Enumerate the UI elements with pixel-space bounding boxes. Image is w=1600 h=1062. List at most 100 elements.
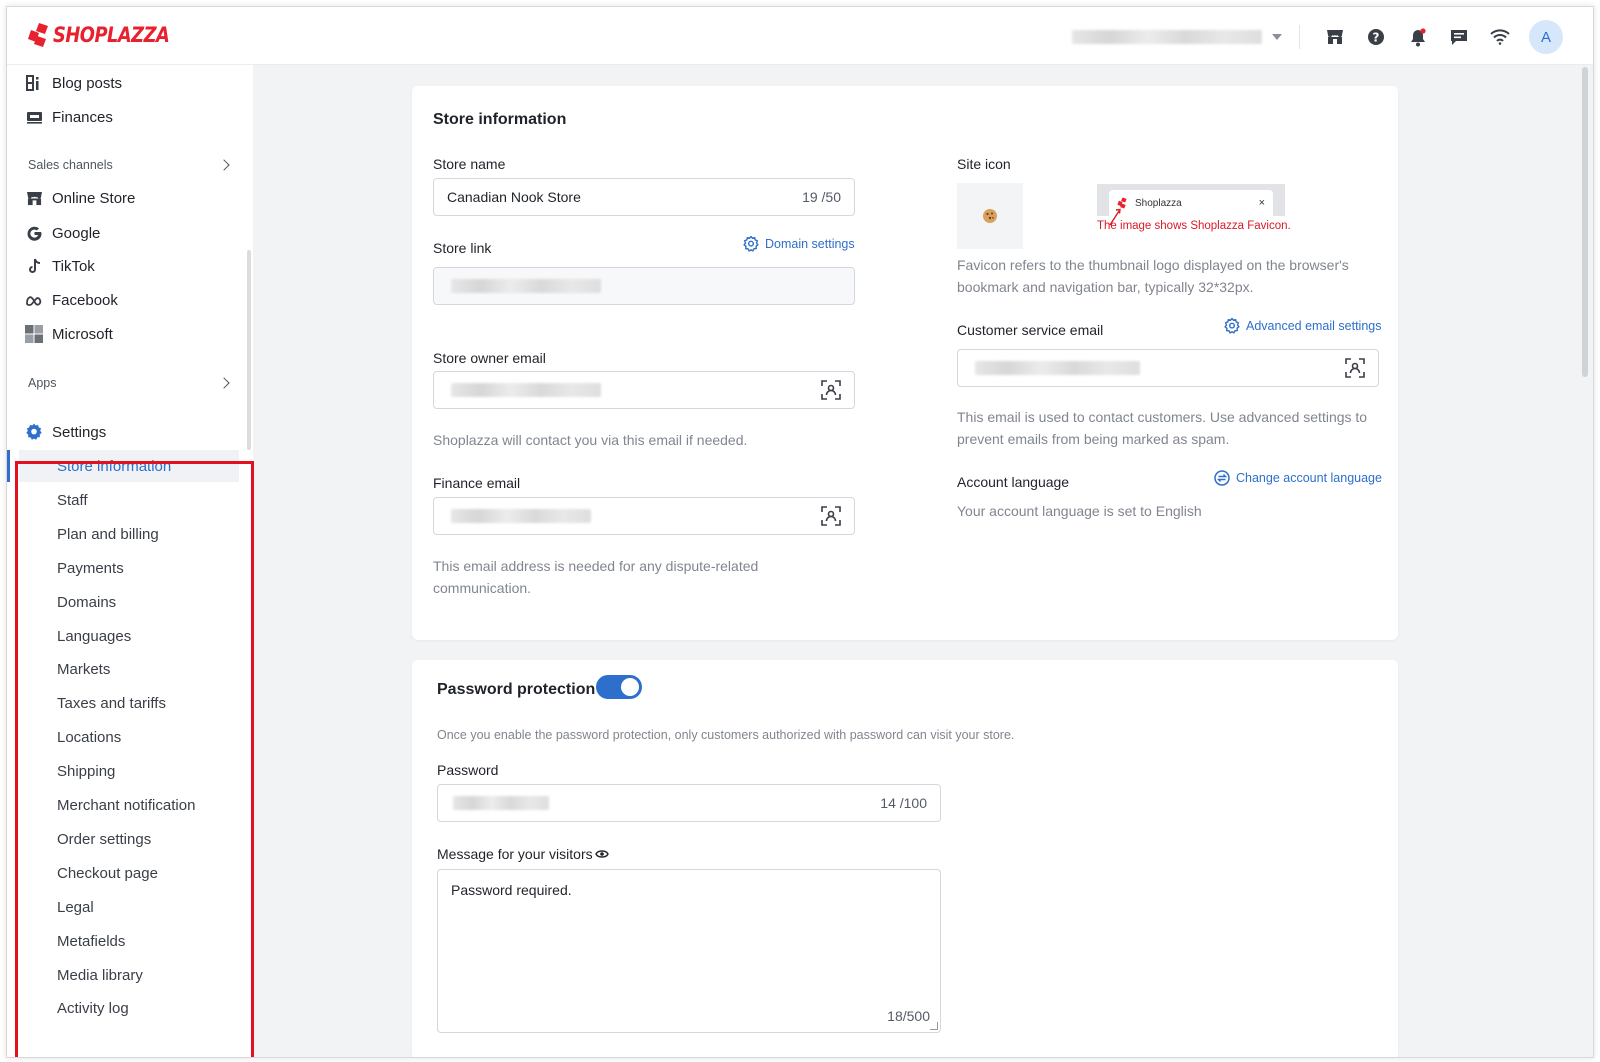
advanced-email-settings-label: Advanced email settings — [1246, 319, 1382, 333]
account-language-label: Account language — [957, 474, 1070, 490]
settings-highlight-box — [15, 461, 254, 1057]
user-avatar[interactable]: A — [1529, 20, 1563, 54]
wifi-icon[interactable] — [1489, 26, 1511, 48]
store-icon[interactable] — [1324, 26, 1346, 48]
microsoft-icon — [25, 325, 43, 343]
store-name-label: Store name — [433, 156, 506, 172]
browser-tab-preview: Shoplazza × — [1109, 190, 1273, 216]
password-protection-toggle[interactable] — [596, 675, 642, 699]
finance-email-input[interactable] — [433, 497, 855, 535]
store-selector[interactable] — [1072, 29, 1282, 45]
favicon-help: Favicon refers to the thumbnail logo dis… — [957, 257, 1349, 295]
sidebar-item-settings[interactable]: Settings — [25, 419, 106, 445]
shoplazza-logo-icon — [28, 23, 48, 47]
face-scan-icon[interactable] — [821, 506, 841, 526]
finance-email-label: Finance email — [433, 475, 521, 491]
customer-service-email-input[interactable] — [957, 349, 1379, 387]
message-value: Password required. — [451, 882, 572, 898]
swap-icon — [1214, 470, 1230, 486]
app-window: SHOPLAZZA ? A Blog posts Finances Sales … — [6, 6, 1594, 1058]
owner-email-redacted — [451, 383, 601, 397]
bell-icon[interactable] — [1407, 26, 1429, 48]
finance-email-help: This email address is needed for any dis… — [433, 558, 759, 596]
store-information-card: Store information Store name Canadian No… — [412, 86, 1398, 640]
change-account-language-link[interactable]: Change account language — [1214, 470, 1382, 486]
active-indicator — [7, 450, 10, 482]
cs-email-help: This email is used to contact customers.… — [957, 409, 1368, 447]
chevron-right-icon[interactable] — [218, 159, 230, 171]
owner-email-help: Shoplazza will contact you via this emai… — [433, 432, 748, 448]
sidebar-item-label: Blog posts — [52, 74, 123, 92]
chevron-right-icon[interactable] — [218, 377, 230, 389]
tiktok-icon — [25, 257, 43, 275]
account-language-help: Your account language is set to English — [957, 503, 1202, 519]
eye-icon[interactable] — [594, 849, 609, 859]
message-for-visitors-textarea[interactable]: Password required. 18/500 — [437, 869, 941, 1033]
favicon-preview: Shoplazza × — [1097, 184, 1285, 216]
store-icon — [25, 189, 43, 207]
sidebar-item-facebook[interactable]: Facebook — [25, 287, 118, 313]
store-owner-email-label: Store owner email — [433, 350, 546, 366]
store-link-label: Store link — [433, 240, 492, 256]
gear-icon — [743, 236, 759, 252]
site-icon-upload[interactable] — [957, 183, 1023, 249]
char-counter: 14 /100 — [880, 795, 927, 811]
char-counter: 19 /50 — [802, 189, 841, 205]
password-label: Password — [437, 762, 499, 778]
char-counter: 18/500 — [887, 1008, 930, 1024]
change-account-language-label: Change account language — [1236, 471, 1382, 485]
toggle-knob — [621, 678, 639, 696]
chat-icon[interactable] — [1448, 26, 1470, 48]
sidebar-item-label: Google — [52, 224, 101, 242]
password-redacted — [453, 796, 549, 810]
customer-service-email-label: Customer service email — [957, 322, 1104, 338]
sidebar-item-tiktok[interactable]: TikTok — [25, 253, 95, 279]
sidebar: Blog posts Finances Sales channels Onlin… — [7, 65, 254, 1057]
sidebar-item-google[interactable]: Google — [25, 220, 100, 246]
sidebar-item-label: Finances — [52, 108, 113, 126]
advanced-email-settings-link[interactable]: Advanced email settings — [1224, 318, 1382, 334]
sidebar-scrollbar[interactable] — [247, 250, 251, 450]
face-scan-icon[interactable] — [821, 380, 841, 400]
store-owner-email-input[interactable] — [433, 371, 855, 409]
finance-icon — [25, 108, 43, 126]
store-link-input[interactable] — [433, 267, 855, 305]
help-icon[interactable]: ? — [1365, 26, 1387, 48]
sidebar-item-label: Online Store — [52, 189, 136, 207]
sidebar-item-blog-posts[interactable]: Blog posts — [25, 70, 122, 96]
cs-email-redacted — [975, 361, 1140, 375]
message-label-text: Message for your visitors — [437, 846, 593, 862]
store-name-input[interactable]: Canadian Nook Store 19 /50 — [433, 178, 855, 216]
domain-settings-label: Domain settings — [765, 237, 855, 251]
sidebar-item-finances[interactable]: Finances — [25, 104, 113, 130]
brand-name: SHOPLAZZA — [53, 23, 170, 47]
face-scan-icon[interactable] — [1345, 358, 1365, 378]
password-protection-description: Once you enable the password protection,… — [437, 728, 1015, 742]
topbar-divider — [1299, 25, 1300, 49]
apps-heading[interactable]: Apps — [28, 376, 57, 390]
sales-channels-heading[interactable]: Sales channels — [28, 158, 113, 172]
meta-icon — [25, 291, 43, 309]
card-title: Password protection — [437, 681, 596, 698]
chevron-down-icon — [1272, 34, 1282, 40]
password-input[interactable]: 14 /100 — [437, 784, 941, 822]
resize-handle[interactable] — [930, 1022, 938, 1030]
sidebar-item-label: Settings — [52, 423, 107, 441]
close-icon: × — [1258, 197, 1265, 209]
message-for-visitors-label: Message for your visitors — [437, 846, 609, 862]
shoplazza-logo[interactable]: SHOPLAZZA — [27, 22, 190, 48]
store-name-value: Canadian Nook Store — [447, 189, 581, 205]
sidebar-item-microsoft[interactable]: Microsoft — [25, 321, 113, 347]
sidebar-item-online-store[interactable]: Online Store — [25, 185, 135, 211]
tab-title: Shoplazza — [1135, 197, 1182, 209]
page-scrollbar[interactable] — [1582, 67, 1588, 377]
blog-icon — [25, 74, 43, 92]
password-protection-card: Password protection Once you enable the … — [412, 660, 1398, 1057]
domain-settings-link[interactable]: Domain settings — [743, 236, 855, 252]
site-icon-label: Site icon — [957, 156, 1011, 172]
google-icon — [25, 224, 43, 242]
gear-icon — [1224, 318, 1240, 334]
sidebar-item-label: TikTok — [52, 257, 95, 275]
sidebar-item-label: Facebook — [52, 291, 118, 309]
gear-icon — [25, 423, 43, 441]
